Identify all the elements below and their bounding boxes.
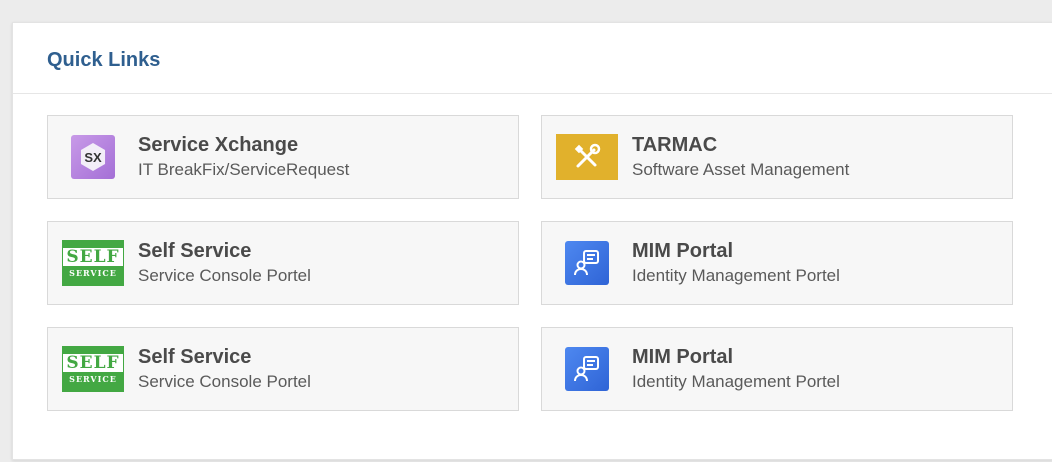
identity-chat-icon (556, 240, 618, 286)
quick-link-mim-portal[interactable]: MIM Portal Identity Management Portel (541, 221, 1013, 305)
quick-link-subtitle: Software Asset Management (632, 160, 850, 179)
quick-link-self-service[interactable]: SELF SERVICE Self Service Service Consol… (47, 221, 519, 305)
quick-link-title: Self Service (138, 346, 252, 368)
quick-link-mim-portal[interactable]: MIM Portal Identity Management Portel (541, 327, 1013, 411)
self-service-icon: SELF SERVICE (62, 240, 124, 286)
quick-link-title: MIM Portal (632, 240, 734, 262)
quick-link-subtitle: IT BreakFix/ServiceRequest (138, 160, 350, 179)
quick-link-subtitle: Service Console Portel (138, 372, 311, 391)
quick-link-title: Service Xchange (138, 134, 299, 156)
quick-link-tarmac[interactable]: TARMAC Software Asset Management (541, 115, 1013, 199)
self-service-icon: SELF SERVICE (62, 346, 124, 392)
quick-link-subtitle: Identity Management Portel (632, 372, 840, 391)
identity-chat-icon (556, 346, 618, 392)
quick-links-panel: Quick Links SX Service Xchange IT BreakF… (12, 22, 1052, 460)
tools-icon (556, 134, 618, 180)
quick-link-service-xchange[interactable]: SX Service Xchange IT BreakFix/ServiceRe… (47, 115, 519, 199)
service-xchange-icon: SX (62, 134, 124, 180)
quick-link-title: Self Service (138, 240, 252, 262)
panel-title: Quick Links (47, 48, 161, 71)
quick-link-title: TARMAC (632, 134, 718, 156)
quick-link-subtitle: Identity Management Portel (632, 266, 840, 285)
quick-link-subtitle: Service Console Portel (138, 266, 311, 285)
panel-header: Quick Links (13, 23, 1052, 94)
quick-link-self-service[interactable]: SELF SERVICE Self Service Service Consol… (47, 327, 519, 411)
quick-link-title: MIM Portal (632, 346, 734, 368)
